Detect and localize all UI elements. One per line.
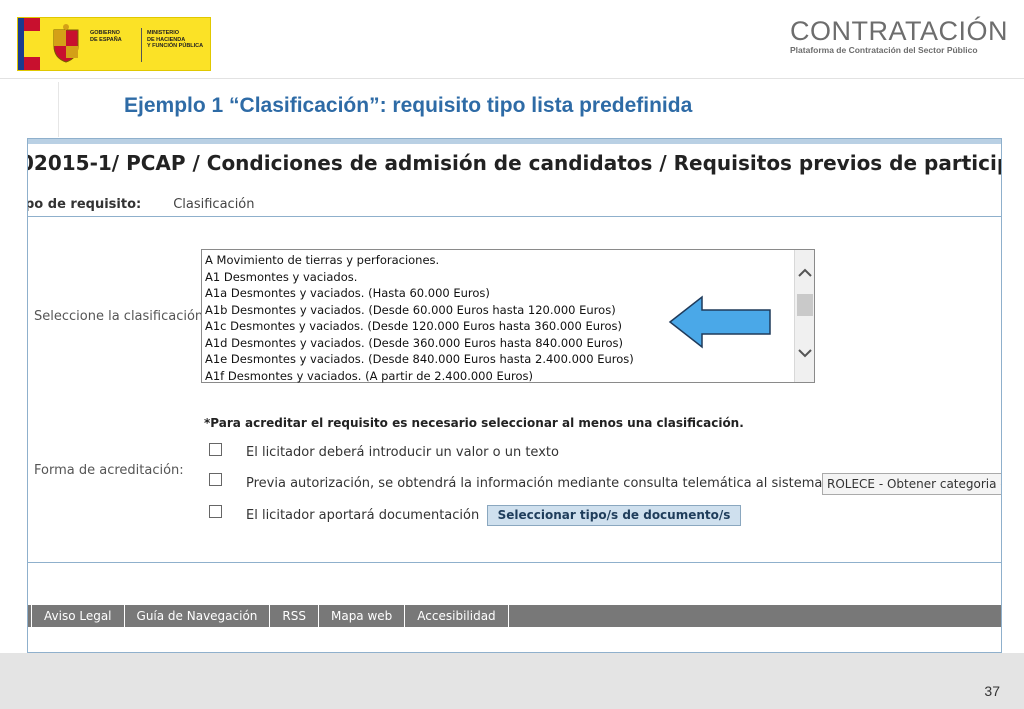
brand-name: CONTRATACIÓN xyxy=(790,16,1008,46)
footer-link-mapa-web[interactable]: Mapa web xyxy=(317,605,404,627)
chevron-up-icon[interactable] xyxy=(797,268,813,282)
slide-footer-band xyxy=(0,653,1024,709)
footer-link-accesibilidad[interactable]: Accesibilidad xyxy=(404,605,509,627)
contratacion-brand: CONTRATACIÓN Plataforma de Contratación … xyxy=(790,16,1008,55)
left-arrow-icon xyxy=(668,295,771,349)
footer-link-rss[interactable]: RSS xyxy=(269,605,318,627)
page-number: 37 xyxy=(984,683,1000,699)
list-item[interactable]: A1 Desmontes y vaciados. xyxy=(205,269,793,286)
brand-subtitle: Plataforma de Contratación del Sector Pú… xyxy=(790,45,978,55)
clasificacion-label: Seleccione la clasificación xyxy=(34,309,204,324)
top-bar xyxy=(28,139,1001,144)
select-document-types-button[interactable]: Seleccionar tipo/s de documento/s xyxy=(487,505,741,526)
rolece-select[interactable]: ROLECE - Obtener categoria e xyxy=(822,473,1001,495)
footer-bar: Aviso Legal Guía de Navegación RSS Mapa … xyxy=(28,605,1001,627)
requirement-note: *Para acreditar el requisito es necesari… xyxy=(204,416,744,430)
checkbox-aportar-documentacion[interactable] xyxy=(209,505,222,518)
tipo-requisito-row: po de requisito: Clasificación xyxy=(27,197,255,212)
tipo-requisito-label: po de requisito: xyxy=(27,197,142,212)
spain-flag-icon xyxy=(18,18,40,70)
list-item[interactable]: A Movimiento de tierras y perforaciones. xyxy=(205,252,793,269)
option-introducir-valor-label: El licitador deberá introducir un valor … xyxy=(246,445,559,460)
tipo-requisito-value: Clasificación xyxy=(173,197,255,212)
scrollbar-thumb[interactable] xyxy=(797,294,813,316)
list-item[interactable]: A1e Desmontes y vaciados. (Desde 840.000… xyxy=(205,351,793,368)
left-decorative-rule xyxy=(58,82,59,137)
slide-title: Ejemplo 1 “Clasificación”: requisito tip… xyxy=(124,94,693,117)
section-divider xyxy=(28,562,1001,563)
list-item[interactable]: A1f Desmontes y vaciados. (A partir de 2… xyxy=(205,368,793,385)
chevron-down-icon[interactable] xyxy=(797,348,813,362)
section-divider xyxy=(28,216,1001,217)
government-logo: GOBIERNO DE ESPAÑA MINISTERIO DE HACIEND… xyxy=(17,17,211,71)
government-name: GOBIERNO DE ESPAÑA xyxy=(90,30,122,43)
app-screenshot: 02015-1/ PCAP / Condiciones de admisión … xyxy=(27,138,1002,653)
header-divider xyxy=(0,78,1024,79)
coat-of-arms-icon xyxy=(53,24,79,63)
footer-link-guia-navegacion[interactable]: Guía de Navegación xyxy=(123,605,270,627)
footer-link-aviso-legal[interactable]: Aviso Legal xyxy=(31,605,124,627)
listbox-scrollbar[interactable] xyxy=(794,250,814,382)
footer-links: Aviso Legal Guía de Navegación RSS Mapa … xyxy=(31,605,509,627)
option-consulta-telematica-label: Previa autorización, se obtendrá la info… xyxy=(246,476,823,491)
forma-acreditacion-label: Forma de acreditación: xyxy=(34,463,184,478)
checkbox-consulta-telematica[interactable] xyxy=(209,473,222,486)
checkbox-introducir-valor[interactable] xyxy=(209,443,222,456)
option-aportar-documentacion-label: El licitador aportará documentación xyxy=(246,508,480,523)
breadcrumb: 02015-1/ PCAP / Condiciones de admisión … xyxy=(27,151,1001,175)
ministry-name: MINISTERIO DE HACIENDA Y FUNCIÓN PÚBLICA xyxy=(147,30,204,49)
